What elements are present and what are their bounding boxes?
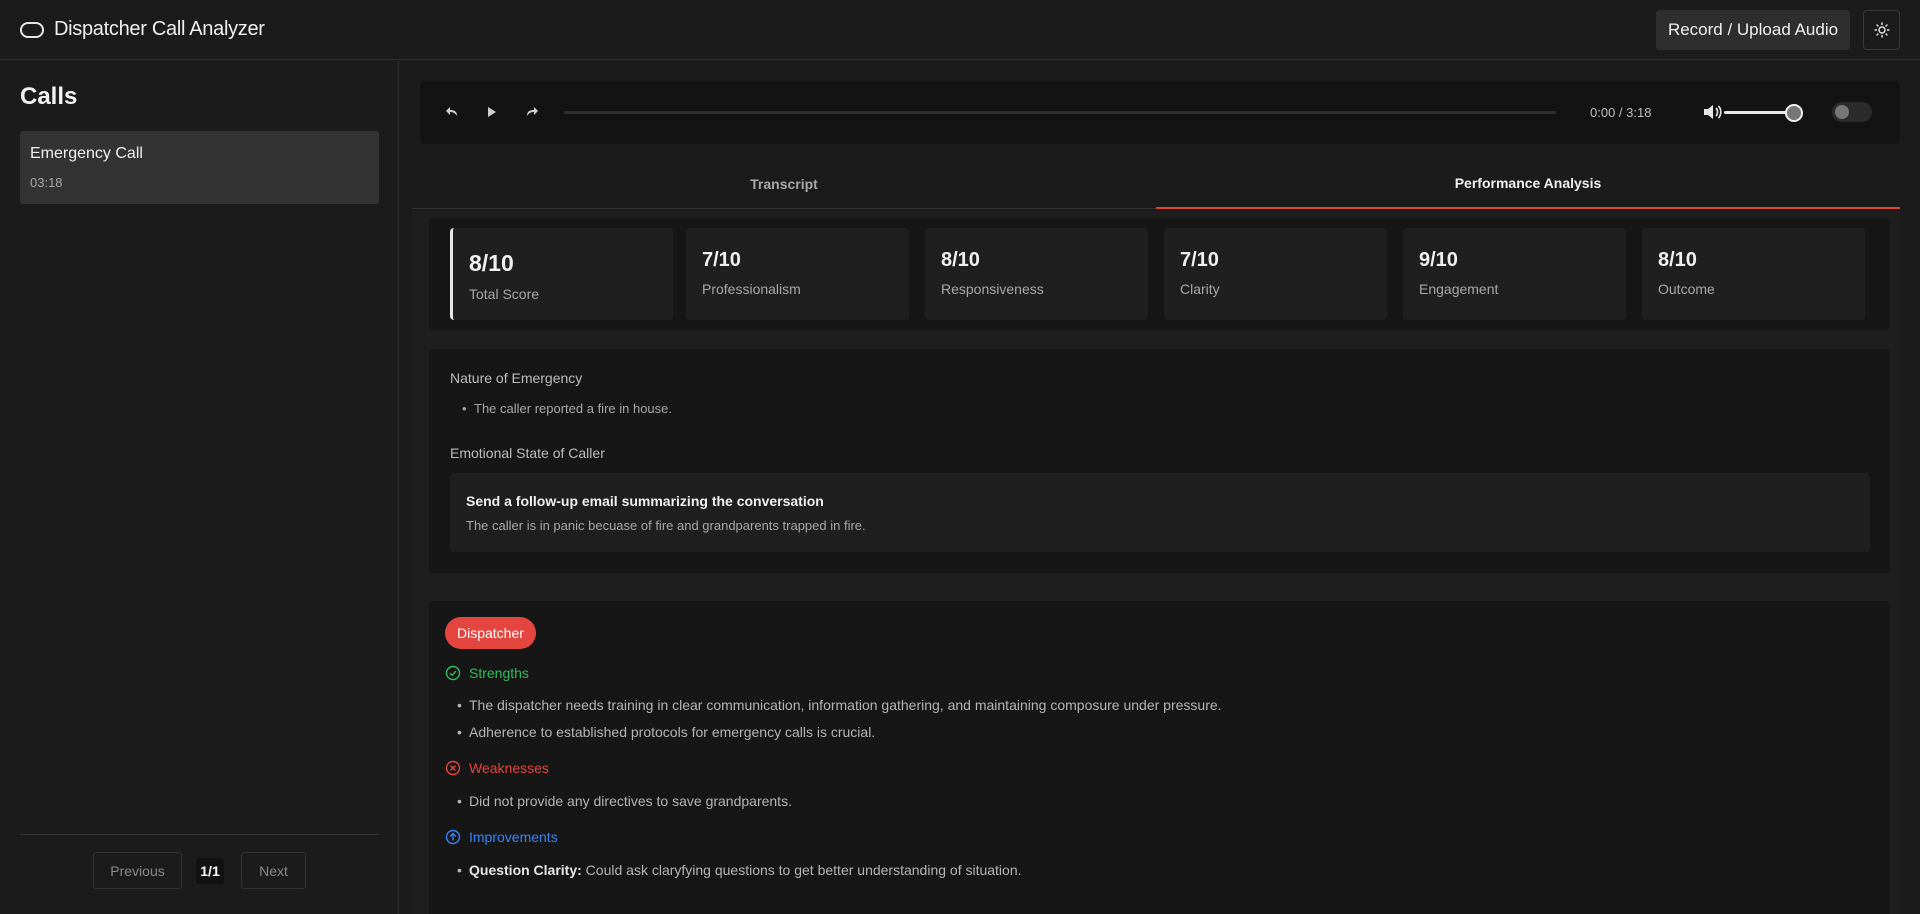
playback-progress-bar[interactable] xyxy=(564,111,1556,114)
speaker-icon xyxy=(1704,105,1722,119)
score-card-engagement: 9/10 Engagement xyxy=(1403,228,1626,320)
view-tabs: Transcript Performance Analysis xyxy=(412,159,1900,209)
improvements-heading: Improvements xyxy=(445,829,558,845)
tab-transcript[interactable]: Transcript xyxy=(412,159,1156,209)
scores-panel: 8/10 Total Score 7/10 Professionalism 8/… xyxy=(429,218,1890,330)
call-name: Emergency Call xyxy=(30,145,143,162)
weakness-item: Did not provide any directives to save g… xyxy=(457,793,792,809)
record-upload-button[interactable]: Record / Upload Audio xyxy=(1656,10,1850,50)
check-circle-icon xyxy=(445,665,461,681)
volume-button[interactable] xyxy=(1701,101,1723,123)
improvement-label: Question Clarity: xyxy=(469,862,582,878)
emotional-card-text: The caller is in panic becuase of fire a… xyxy=(466,518,866,533)
score-label: Responsiveness xyxy=(941,281,1044,297)
play-button[interactable] xyxy=(481,101,503,123)
tab-performance-analysis[interactable]: Performance Analysis xyxy=(1156,159,1900,209)
score-card-responsiveness: 8/10 Responsiveness xyxy=(925,228,1148,320)
score-card-clarity: 7/10 Clarity xyxy=(1164,228,1387,320)
score-card-outcome: 8/10 Outcome xyxy=(1642,228,1865,320)
brand: Dispatcher Call Analyzer xyxy=(20,18,265,41)
score-value: 9/10 xyxy=(1419,249,1458,271)
forward-icon xyxy=(527,107,538,116)
rewind-button[interactable] xyxy=(441,101,463,123)
volume-slider-handle[interactable] xyxy=(1785,104,1803,122)
score-card-professionalism: 7/10 Professionalism xyxy=(686,228,909,320)
weaknesses-title: Weaknesses xyxy=(469,760,549,776)
next-page-button[interactable]: Next xyxy=(241,852,306,889)
emotional-card-title: Send a follow-up email summarizing the c… xyxy=(466,493,824,509)
score-value: 7/10 xyxy=(702,249,741,271)
main-panel: 0:00 / 3:18 Transcript Performance Analy… xyxy=(400,61,1920,914)
call-duration: 03:18 xyxy=(30,175,63,190)
call-summary-panel: Nature of Emergency The caller reported … xyxy=(429,349,1890,573)
score-value: 8/10 xyxy=(941,249,980,271)
score-value: 8/10 xyxy=(469,250,514,276)
sidebar-divider xyxy=(20,834,379,835)
emotional-state-title: Emotional State of Caller xyxy=(450,445,605,461)
previous-page-button[interactable]: Previous xyxy=(93,852,182,889)
score-label: Outcome xyxy=(1658,281,1715,297)
toggle-logo-icon xyxy=(20,21,44,38)
app-title: Dispatcher Call Analyzer xyxy=(54,18,265,40)
score-value: 7/10 xyxy=(1180,249,1219,271)
nature-item: The caller reported a fire in house. xyxy=(462,401,672,416)
analysis-content: 8/10 Total Score 7/10 Professionalism 8/… xyxy=(412,211,1900,914)
x-circle-icon xyxy=(445,760,461,776)
audio-player: 0:00 / 3:18 xyxy=(420,81,1900,144)
dispatcher-feedback-panel: Dispatcher Strengths The dispatcher need… xyxy=(429,601,1890,914)
score-label: Professionalism xyxy=(702,281,801,297)
strengths-heading: Strengths xyxy=(445,665,529,681)
rewind-icon xyxy=(446,107,457,116)
sun-icon xyxy=(1873,22,1890,38)
score-label: Clarity xyxy=(1180,281,1220,297)
play-icon xyxy=(488,107,496,117)
score-label: Engagement xyxy=(1419,281,1499,297)
forward-button[interactable] xyxy=(521,101,543,123)
nature-of-emergency-title: Nature of Emergency xyxy=(450,370,583,386)
improvements-title: Improvements xyxy=(469,829,558,845)
sidebar-title: Calls xyxy=(20,83,78,110)
page-indicator: 1/1 xyxy=(196,858,224,884)
score-value: 8/10 xyxy=(1658,249,1697,271)
emotional-state-card: Send a follow-up email summarizing the c… xyxy=(450,473,1870,552)
role-badge: Dispatcher xyxy=(445,617,536,649)
strength-item: Adherence to established protocols for e… xyxy=(457,724,875,740)
improvement-text: Could ask claryfying questions to get be… xyxy=(581,862,1022,878)
theme-toggle-button[interactable] xyxy=(1863,10,1900,50)
weaknesses-heading: Weaknesses xyxy=(445,760,549,776)
call-list-item[interactable]: Emergency Call 03:18 xyxy=(20,131,379,204)
strengths-title: Strengths xyxy=(469,665,529,681)
score-label: Total Score xyxy=(469,286,540,302)
volume-slider[interactable] xyxy=(1724,111,1794,114)
app-header: Dispatcher Call Analyzer Record / Upload… xyxy=(0,0,1920,60)
score-card-total: 8/10 Total Score xyxy=(450,228,673,320)
improvement-item: Question Clarity: Could ask claryfying q… xyxy=(457,862,1022,878)
toggle-knob xyxy=(1835,105,1849,119)
playback-time: 0:00 / 3:18 xyxy=(1590,105,1652,120)
arrow-up-circle-icon xyxy=(445,829,461,845)
player-toggle-switch[interactable] xyxy=(1832,102,1872,122)
strength-item: The dispatcher needs training in clear c… xyxy=(457,697,1222,713)
calls-sidebar: Calls Emergency Call 03:18 Previous 1/1 … xyxy=(0,61,399,914)
